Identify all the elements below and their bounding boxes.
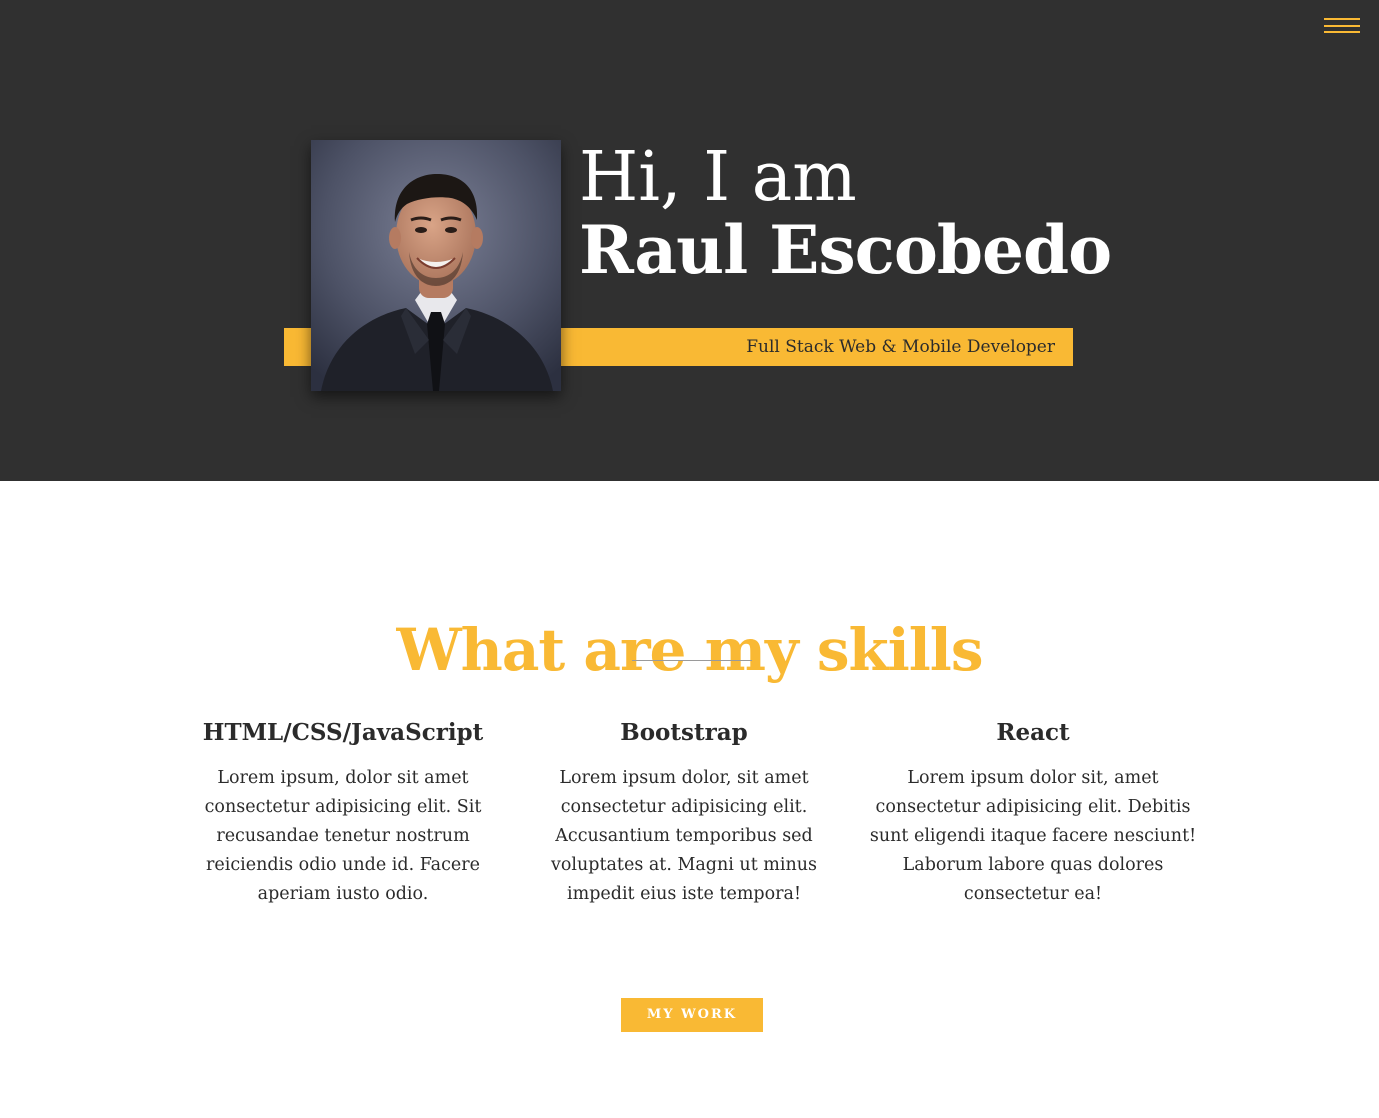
skill-description: Lorem ipsum, dolor sit amet consectetur … <box>204 768 482 904</box>
skill-card: React Lorem ipsum dolor sit, amet consec… <box>866 716 1200 909</box>
my-work-button[interactable]: MY WORK <box>621 998 763 1032</box>
menu-bar <box>1324 25 1360 27</box>
hero-greeting: Hi, I am <box>579 138 857 217</box>
skill-heading: React <box>996 719 1070 746</box>
hamburger-menu-icon[interactable] <box>1322 14 1362 38</box>
menu-bar <box>1324 31 1360 33</box>
menu-bar <box>1324 18 1360 20</box>
skills-title: What are my skills <box>396 616 984 685</box>
hero-name: Raul Escobedo <box>579 211 1112 289</box>
skill-description: Lorem ipsum dolor sit, amet consectetur … <box>869 768 1197 904</box>
skill-card: Bootstrap Lorem ipsum dolor, sit amet co… <box>540 716 828 909</box>
skill-heading: Bootstrap <box>620 719 748 746</box>
hero-subtitle: Full Stack Web & Mobile Developer <box>746 337 1055 357</box>
skill-heading: HTML/CSS/JavaScript <box>202 719 484 746</box>
skill-description: Lorem ipsum dolor, sit amet consectetur … <box>550 768 818 904</box>
skill-card: HTML/CSS/JavaScript Lorem ipsum, dolor s… <box>190 716 496 909</box>
hero-section: Full Stack Web & Mobile Developer Hi, I … <box>0 0 1379 481</box>
portrait-photo <box>311 140 561 391</box>
section-divider <box>632 660 752 661</box>
